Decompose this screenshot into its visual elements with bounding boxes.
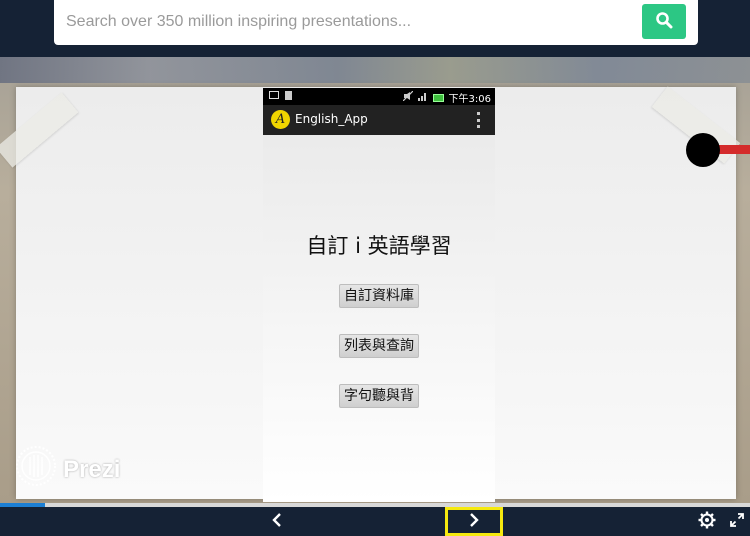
player-controls <box>0 507 750 536</box>
search-input[interactable] <box>66 0 626 43</box>
pin-dot <box>686 133 720 167</box>
mute-icon <box>402 90 413 104</box>
sd-card-icon <box>285 91 292 100</box>
phone-screenshot: 下午3:06 A English_App 自訂 i 英語學習 自訂資料庫 列表與… <box>263 88 495 502</box>
custom-database-button: 自訂資料庫 <box>339 284 419 308</box>
presentation-stage[interactable]: 下午3:06 A English_App 自訂 i 英語學習 自訂資料庫 列表與… <box>0 57 750 503</box>
phone-heading: 自訂 i 英語學習 <box>306 234 452 258</box>
signal-icon <box>417 91 428 104</box>
status-time: 下午3:06 <box>448 94 491 105</box>
next-button[interactable] <box>445 507 503 536</box>
fullscreen-button[interactable] <box>726 511 748 533</box>
search-bar <box>54 0 698 45</box>
prezi-logo: Prezi <box>15 445 120 494</box>
chevron-left-icon <box>271 512 283 532</box>
listen-and-memorize-button: 字句聽與背 <box>339 384 419 408</box>
settings-button[interactable] <box>696 511 718 533</box>
battery-icon <box>432 93 444 102</box>
prezi-logo-text: Prezi <box>63 455 121 483</box>
gear-icon <box>698 511 716 533</box>
search-icon <box>655 11 673 33</box>
app-action-bar: A English_App <box>263 105 495 135</box>
expand-icon <box>729 512 745 532</box>
app-logo-icon: A <box>271 110 290 129</box>
background-strip <box>0 57 750 83</box>
app-title: English_App <box>295 112 368 126</box>
status-bar: 下午3:06 <box>263 88 495 105</box>
overflow-menu-icon <box>477 112 481 128</box>
top-header <box>0 0 750 57</box>
list-and-query-button: 列表與查詢 <box>339 334 419 358</box>
image-notification-icon <box>269 91 279 99</box>
prezi-logo-icon <box>15 445 57 494</box>
search-button[interactable] <box>642 4 686 39</box>
chevron-right-icon <box>468 512 480 532</box>
prev-button[interactable] <box>262 509 292 535</box>
